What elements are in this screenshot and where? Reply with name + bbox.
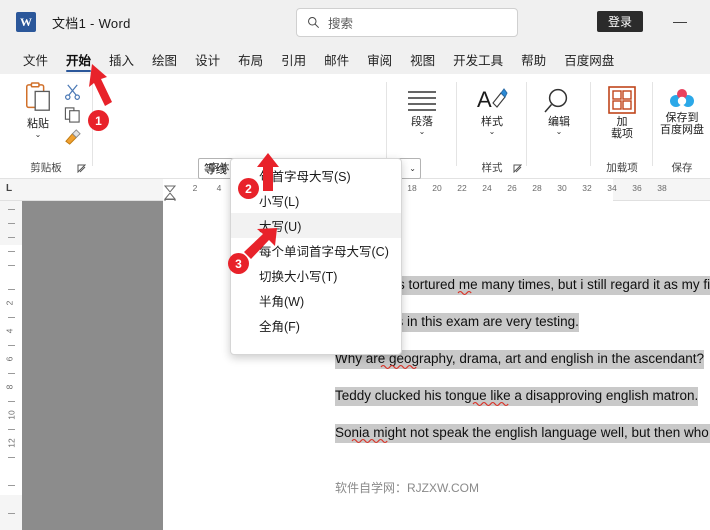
hruler-tick: 22: [457, 183, 467, 193]
document-line-text: Teddy clucked his tongue like a disappro…: [335, 387, 699, 406]
editing-button[interactable]: 编辑 ⌄: [530, 88, 588, 136]
paste-icon: [26, 82, 50, 111]
menu-item-halfwidth[interactable]: 半角(W): [231, 288, 401, 313]
ribbon-group-styles: A 样式 ⌄ 样式: [458, 74, 526, 179]
hruler-tick: 32: [582, 183, 592, 193]
svg-text:A: A: [477, 87, 492, 112]
format-painter-icon[interactable]: [64, 129, 81, 151]
ribbon-group-addins: 加 载项 加载项: [592, 74, 652, 179]
document-line[interactable]: Teddy clucked his tongue like a disappro…: [335, 386, 699, 406]
ribbon-group-save: 保存到 百度网盘 保存: [654, 74, 710, 179]
document-line[interactable]: Sonia might not speak the english langua…: [335, 423, 710, 443]
hruler-tick: 18: [407, 183, 417, 193]
word-logo-icon: W: [16, 12, 36, 32]
menu-item-fullwidth[interactable]: 全角(F): [231, 313, 401, 338]
vruler-tick: 12: [6, 438, 17, 448]
paragraph-button[interactable]: 段落 ⌄: [393, 88, 451, 136]
save-label-line1: 保存到: [665, 112, 699, 124]
addins-group-label: 加载项: [606, 162, 638, 174]
tab-stop-selector[interactable]: L: [6, 183, 12, 194]
vruler-tick: 8: [4, 384, 15, 390]
minimize-button[interactable]: —: [665, 8, 695, 34]
annotation-badge-3: 3: [228, 253, 249, 274]
tab-view[interactable]: 视图: [401, 44, 444, 74]
annotation-badge-2: 2: [238, 178, 259, 199]
ribbon-group-editing: 编辑 ⌄: [528, 74, 590, 179]
paste-button[interactable]: 粘贴 ⌄: [14, 80, 62, 144]
search-icon: [544, 88, 568, 113]
annotation-badge-1: 1: [88, 110, 109, 131]
hruler-tick: 26: [507, 183, 517, 193]
save-group-label: 保存: [671, 162, 693, 174]
styles-icon: A: [477, 87, 508, 112]
search-icon: [308, 17, 320, 29]
search-placeholder: 搜索: [328, 17, 354, 31]
tab-baidu-netdisk[interactable]: 百度网盘: [555, 44, 623, 74]
save-label-line2: 百度网盘: [660, 124, 704, 136]
tab-developer[interactable]: 开发工具: [444, 44, 512, 74]
styles-dialog-launcher[interactable]: [513, 164, 523, 175]
save-to-baidu-button[interactable]: 保存到 百度网盘: [653, 88, 710, 136]
tab-file[interactable]: 文件: [14, 44, 57, 74]
document-line-text: Sonia might not speak the english langua…: [335, 424, 710, 443]
addins-grid-icon: [608, 86, 636, 114]
hruler-tick: 20: [432, 183, 442, 193]
sign-in-button[interactable]: 登录: [597, 11, 643, 32]
chevron-down-icon: ⌄: [418, 127, 426, 136]
tab-design[interactable]: 设计: [186, 44, 229, 74]
tab-review[interactable]: 审阅: [358, 44, 401, 74]
search-input[interactable]: 搜索: [296, 8, 518, 37]
styles-button[interactable]: A 样式 ⌄: [463, 86, 521, 136]
clipboard-dialog-launcher[interactable]: [77, 164, 87, 175]
watermark-text: 软件自学网：RJZXW.COM: [335, 481, 479, 495]
vruler-tick: 4: [4, 328, 15, 334]
hruler-tick: 28: [532, 183, 542, 193]
hruler-tick: 38: [657, 183, 667, 193]
addins-label-line2: 载项: [611, 128, 633, 140]
hruler-tick: 24: [482, 183, 492, 193]
paragraph-icon: [408, 91, 436, 111]
chevron-down-icon[interactable]: ⌄: [35, 131, 42, 139]
tab-draw[interactable]: 绘图: [143, 44, 186, 74]
tab-layout[interactable]: 布局: [229, 44, 272, 74]
tab-references[interactable]: 引用: [272, 44, 315, 74]
tab-mailings[interactable]: 邮件: [315, 44, 358, 74]
chevron-down-icon: ⌄: [555, 127, 563, 136]
baidu-netdisk-icon: [670, 89, 694, 107]
hruler-tick: 30: [557, 183, 567, 193]
vruler-tick: 10: [6, 410, 17, 420]
hruler-tick: 36: [632, 183, 642, 193]
vruler-tick: 2: [4, 300, 15, 306]
hruler-tick: 34: [607, 183, 617, 193]
hruler-tick: 2: [192, 183, 198, 193]
hruler-tick: 4: [216, 183, 222, 193]
chevron-down-icon: ⌄: [488, 127, 496, 136]
document-title: 文档1 - Word: [52, 15, 131, 31]
vruler-tick: 6: [4, 356, 15, 362]
paste-label: 粘贴: [27, 118, 49, 130]
addins-label-line1: 加: [616, 116, 628, 128]
vertical-ruler[interactable]: 2 4 6 8 10 12: [0, 201, 22, 530]
tab-help[interactable]: 帮助: [512, 44, 555, 74]
addins-button[interactable]: 加 载项: [593, 86, 651, 140]
